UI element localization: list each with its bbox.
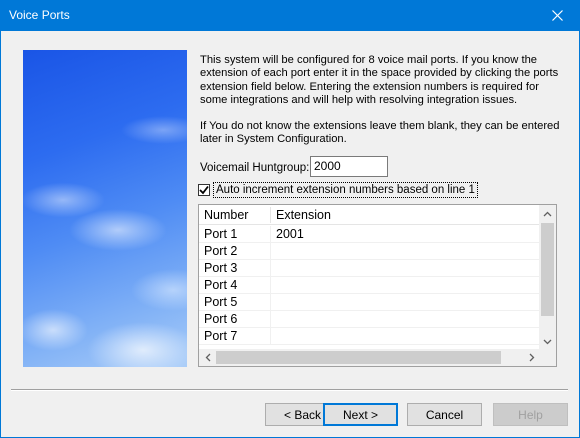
close-button[interactable] bbox=[534, 0, 580, 31]
intro-paragraph-1: This system will be configured for 8 voi… bbox=[200, 54, 559, 107]
table-row[interactable]: Port 2 bbox=[199, 243, 540, 260]
close-icon bbox=[551, 10, 563, 21]
port-number-cell: Port 2 bbox=[204, 244, 238, 258]
table-row[interactable]: Port 3 bbox=[199, 260, 540, 277]
table-row[interactable]: Port 4 bbox=[199, 277, 540, 294]
wizard-side-image bbox=[23, 50, 187, 367]
port-number-cell: Port 7 bbox=[204, 329, 238, 343]
title-bar: Voice Ports bbox=[0, 0, 580, 31]
auto-increment-checkbox[interactable] bbox=[198, 184, 210, 196]
vertical-scrollbar[interactable] bbox=[539, 205, 556, 350]
chevron-down-icon bbox=[543, 339, 552, 344]
port-number-cell: Port 5 bbox=[204, 295, 238, 309]
table-row[interactable]: Port 6 bbox=[199, 311, 540, 328]
chevron-up-icon bbox=[543, 211, 552, 216]
vertical-scroll-thumb[interactable] bbox=[541, 223, 554, 316]
scroll-down-button[interactable] bbox=[539, 333, 556, 350]
column-header-extension[interactable]: Extension bbox=[276, 208, 331, 222]
port-number-cell: Port 4 bbox=[204, 278, 238, 292]
scroll-right-button[interactable] bbox=[523, 349, 540, 366]
ports-grid[interactable]: Number Extension Port 1 2001 Port 2 Port… bbox=[198, 204, 557, 367]
chevron-right-icon bbox=[529, 353, 534, 362]
cancel-button[interactable]: Cancel bbox=[407, 403, 482, 426]
grid-header: Number Extension bbox=[199, 205, 540, 225]
intro-paragraph-2: If You do not know the extensions leave … bbox=[200, 119, 560, 146]
scroll-up-button[interactable] bbox=[539, 205, 556, 222]
window-border-left bbox=[0, 31, 1, 438]
scrollbar-corner bbox=[539, 349, 556, 366]
checkmark-icon bbox=[199, 185, 209, 195]
intro-text: This system will be configured for 8 voi… bbox=[200, 54, 562, 158]
window-title: Voice Ports bbox=[9, 8, 70, 22]
horizontal-scroll-thumb[interactable] bbox=[216, 351, 501, 364]
help-button[interactable]: Help bbox=[493, 403, 568, 426]
huntgroup-input[interactable]: 2000 bbox=[310, 156, 388, 177]
auto-increment-label[interactable]: Auto increment extension numbers based o… bbox=[213, 182, 478, 198]
port-number-cell: Port 3 bbox=[204, 261, 238, 275]
port-number-cell: Port 6 bbox=[204, 312, 238, 326]
table-row[interactable]: Port 1 2001 bbox=[199, 226, 540, 243]
horizontal-scrollbar[interactable] bbox=[199, 349, 540, 366]
next-button[interactable]: Next > bbox=[323, 403, 398, 426]
column-header-number[interactable]: Number bbox=[204, 208, 248, 222]
table-row[interactable]: Port 7 bbox=[199, 328, 540, 345]
column-separator[interactable] bbox=[270, 207, 271, 223]
chevron-left-icon bbox=[205, 353, 210, 362]
table-row[interactable]: Port 5 bbox=[199, 294, 540, 311]
port-number-cell: Port 1 bbox=[204, 227, 238, 241]
divider-highlight bbox=[11, 390, 568, 391]
scroll-left-button[interactable] bbox=[199, 349, 216, 366]
extension-cell[interactable]: 2001 bbox=[276, 227, 304, 241]
huntgroup-label: Voicemail Huntgroup: bbox=[200, 162, 310, 174]
